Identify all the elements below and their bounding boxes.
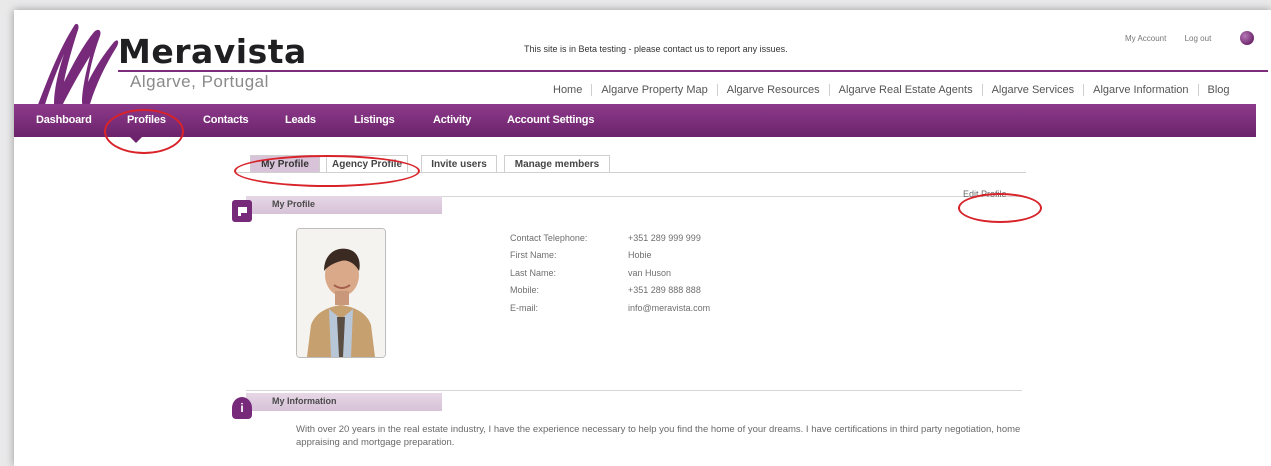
highlight-profiles <box>104 109 184 154</box>
nav-blog[interactable]: Blog <box>1197 84 1239 96</box>
detail-value: +351 289 999 999 <box>628 232 701 243</box>
nav-account-settings[interactable]: Account Settings <box>507 114 594 126</box>
globe-icon[interactable] <box>1240 31 1254 45</box>
tab-manage-members[interactable]: Manage members <box>504 155 610 172</box>
detail-label: E-mail: <box>510 302 539 313</box>
detail-row: Contact Telephone: +351 289 999 999 <box>510 229 710 247</box>
dashboard-navbar: Dashboard Profiles Contacts Leads Listin… <box>14 104 1256 137</box>
detail-row: Last Name: van Huson <box>510 264 710 282</box>
highlight-tabs <box>234 155 420 187</box>
info-icon: i <box>232 397 252 419</box>
my-profile-divider <box>442 196 1022 197</box>
detail-row: Mobile: +351 289 888 888 <box>510 282 710 300</box>
detail-row: First Name: Hobie <box>510 247 710 265</box>
detail-value: van Huson <box>628 267 672 278</box>
brand-title: Meravista <box>118 32 307 71</box>
my-profile-header: My Profile <box>246 196 442 214</box>
nav-information[interactable]: Algarve Information <box>1083 84 1197 96</box>
beta-notice: This site is in Beta testing - please co… <box>524 44 788 54</box>
profile-bio: With over 20 years in the real estate in… <box>296 424 1021 448</box>
profile-details: Contact Telephone: +351 289 999 999 Firs… <box>510 229 710 317</box>
logout-link[interactable]: Log out <box>1185 34 1212 43</box>
nav-home[interactable]: Home <box>544 84 591 96</box>
tab-invite-users[interactable]: Invite users <box>421 155 497 172</box>
nav-activity[interactable]: Activity <box>433 114 471 126</box>
brand-subtitle: Algarve, Portugal <box>130 72 269 91</box>
brand-divider <box>118 70 1268 72</box>
highlight-edit-profile <box>958 193 1042 223</box>
detail-value: Hobie <box>628 250 652 261</box>
nav-leads[interactable]: Leads <box>285 114 316 126</box>
profile-photo <box>296 228 386 358</box>
account-links: My Account Log out <box>1125 34 1227 43</box>
my-information-header: My Information <box>246 393 442 411</box>
nav-agents[interactable]: Algarve Real Estate Agents <box>828 84 982 96</box>
main-navigation: Home Algarve Property Map Algarve Resour… <box>544 80 1239 100</box>
detail-label: Last Name: <box>510 267 557 278</box>
nav-contacts[interactable]: Contacts <box>203 114 249 126</box>
detail-row: E-mail: info@meravista.com <box>510 299 710 317</box>
flag-icon <box>232 200 252 222</box>
nav-dashboard[interactable]: Dashboard <box>36 114 92 126</box>
meravista-logo[interactable] <box>30 18 122 114</box>
detail-value: +351 289 888 888 <box>628 285 701 296</box>
section-divider <box>246 390 1022 391</box>
nav-property-map[interactable]: Algarve Property Map <box>591 84 716 96</box>
my-information-title: My Information <box>272 396 337 406</box>
nav-services[interactable]: Algarve Services <box>981 84 1084 96</box>
my-account-link[interactable]: My Account <box>1125 34 1166 43</box>
detail-label: Mobile: <box>510 285 540 296</box>
nav-resources[interactable]: Algarve Resources <box>716 84 829 96</box>
detail-value[interactable]: info@meravista.com <box>628 303 710 313</box>
my-profile-title: My Profile <box>272 199 316 209</box>
detail-label: First Name: <box>510 250 557 261</box>
nav-listings[interactable]: Listings <box>354 114 395 126</box>
detail-label: Contact Telephone: <box>510 232 588 243</box>
